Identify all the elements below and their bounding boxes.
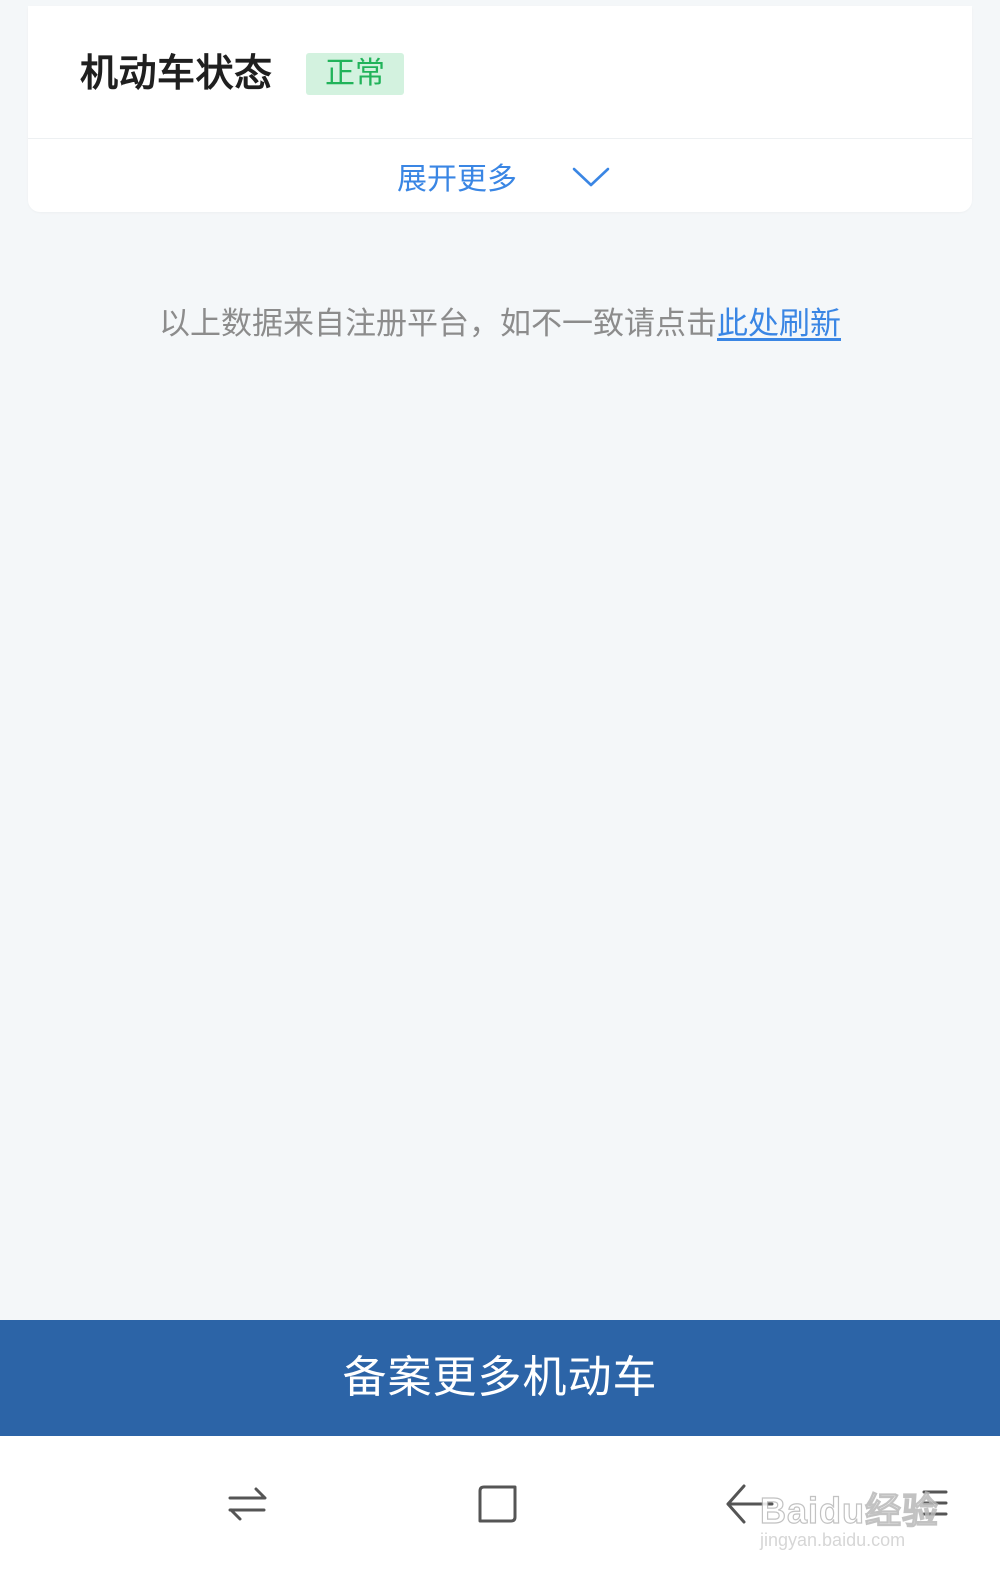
expand-more-label: 展开更多 <box>397 161 517 197</box>
watermark-url: jingyan.baidu.com <box>760 1530 906 1550</box>
back-arrow-icon[interactable] <box>720 1474 780 1534</box>
vehicle-info-card: 机动车状态 正常 展开更多 <box>28 6 972 212</box>
data-source-note: 以上数据来自注册平台，如不一致请点击此处刷新 <box>0 300 1000 348</box>
system-navigation-bar: Baidu经验 jingyan.baidu.com <box>0 1436 1000 1582</box>
vehicle-status-row: 机动车状态 正常 <box>28 6 972 139</box>
data-source-note-text: 以上数据来自注册平台，如不一致请点击 <box>159 306 717 342</box>
chevron-down-icon <box>572 167 610 186</box>
swap-arrows-icon[interactable] <box>218 1474 278 1534</box>
status-badge: 正常 <box>306 53 404 95</box>
refresh-link[interactable]: 此处刷新 <box>717 306 841 342</box>
vehicle-status-label: 机动车状态 <box>80 51 273 95</box>
register-more-vehicles-button[interactable]: 备案更多机动车 <box>0 1320 1000 1436</box>
expand-more-button[interactable]: 展开更多 <box>28 139 972 212</box>
menu-icon[interactable] <box>910 1474 970 1534</box>
square-icon[interactable] <box>470 1474 530 1534</box>
